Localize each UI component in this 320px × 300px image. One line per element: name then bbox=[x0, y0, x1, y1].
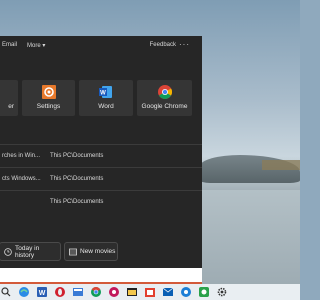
app-tile-label: Google Chrome bbox=[141, 103, 188, 110]
wallpaper-water bbox=[200, 190, 300, 284]
recent-item-path: This PC\Documents bbox=[50, 153, 104, 159]
mail-icon[interactable] bbox=[162, 286, 174, 298]
app-tile-label: er bbox=[8, 103, 14, 110]
quick-search-new-movies[interactable]: New movies bbox=[64, 242, 118, 261]
app-tile-word[interactable]: W Word bbox=[79, 80, 133, 116]
search-input[interactable] bbox=[0, 268, 202, 284]
photos-icon[interactable] bbox=[198, 286, 210, 298]
more-options-icon[interactable]: ··· bbox=[179, 40, 190, 49]
app-tile-partial[interactable]: er bbox=[0, 80, 18, 116]
word-icon[interactable]: W bbox=[36, 286, 48, 298]
tab-email[interactable]: Email bbox=[0, 42, 22, 48]
word-icon: W bbox=[99, 86, 112, 98]
store-icon[interactable] bbox=[144, 286, 156, 298]
chrome-icon[interactable] bbox=[90, 286, 102, 298]
list-item[interactable]: This PC\Documents bbox=[0, 190, 202, 213]
svg-text:W: W bbox=[39, 290, 46, 297]
chrome-icon bbox=[157, 85, 172, 99]
list-item[interactable]: cts Windows... This PC\Documents bbox=[0, 167, 202, 190]
top-apps: er Settings W Word Google Chrome bbox=[0, 80, 202, 116]
onedrive-icon[interactable] bbox=[180, 286, 192, 298]
recent-item-name: cts Windows... bbox=[2, 176, 41, 182]
wallpaper-grass bbox=[262, 160, 300, 170]
app-tile-label: Settings bbox=[36, 103, 61, 110]
quick-search-today-in-history[interactable]: Today in history bbox=[0, 242, 61, 261]
file-explorer-icon[interactable] bbox=[126, 286, 138, 298]
svg-text:W: W bbox=[100, 91, 106, 97]
list-item[interactable]: rches in Win... This PC\Documents bbox=[0, 144, 202, 167]
search-panel: Email More ▾ Feedback ··· er Settings W … bbox=[0, 36, 202, 284]
gear-icon[interactable] bbox=[216, 286, 228, 298]
edge-icon[interactable] bbox=[18, 286, 30, 298]
recent-item-name: rches in Win... bbox=[2, 153, 41, 159]
opera-icon[interactable] bbox=[54, 286, 66, 298]
search-topbar: Email More ▾ Feedback ··· bbox=[0, 36, 202, 54]
tab-more[interactable]: More ▾ bbox=[22, 42, 50, 49]
recent-list: rches in Win... This PC\Documents cts Wi… bbox=[0, 144, 202, 213]
recent-item-path: This PC\Documents bbox=[50, 199, 104, 205]
settings-icon bbox=[41, 85, 56, 99]
feedback-link[interactable]: Feedback bbox=[150, 42, 176, 48]
chevron-down-icon: ▾ bbox=[42, 42, 46, 49]
film-icon bbox=[69, 248, 77, 255]
task-view-icon[interactable] bbox=[72, 286, 84, 298]
quick-searches: Today in history New movies bbox=[0, 242, 202, 261]
search-icon[interactable] bbox=[0, 286, 12, 298]
taskbar: W bbox=[0, 284, 300, 300]
app-tile-chrome[interactable]: Google Chrome bbox=[137, 80, 192, 116]
quick-search-label: Today in history bbox=[14, 244, 40, 259]
quick-search-label: New movies bbox=[80, 248, 116, 255]
settings-icon[interactable] bbox=[108, 286, 120, 298]
recent-item-path: This PC\Documents bbox=[50, 176, 104, 182]
clock-icon bbox=[4, 247, 12, 256]
app-tile-settings[interactable]: Settings bbox=[22, 80, 75, 116]
app-tile-label: Word bbox=[98, 103, 114, 110]
